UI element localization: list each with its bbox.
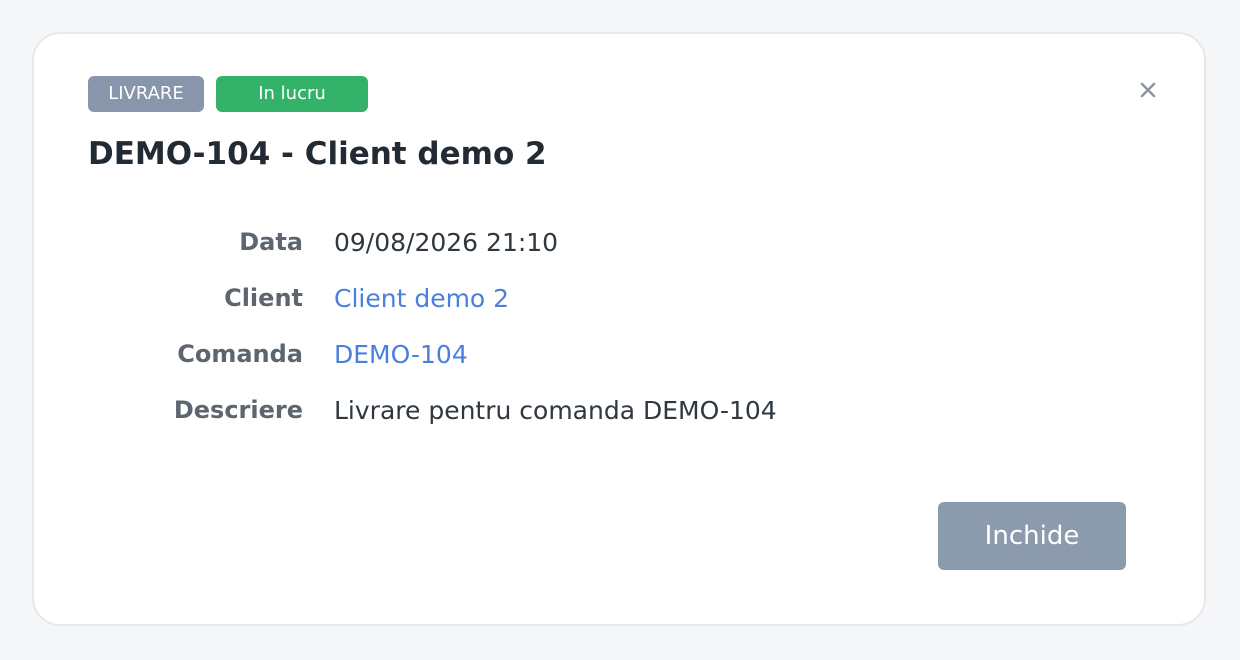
- client-link[interactable]: Client demo 2: [334, 284, 509, 313]
- date-value: 09/08/2026 21:10: [334, 227, 559, 257]
- badge-group: LIVRARE In lucru: [88, 76, 368, 112]
- order-link[interactable]: DEMO-104: [334, 340, 468, 369]
- modal-title: DEMO-104 - Client demo 2: [88, 136, 547, 172]
- event-details-modal: LIVRARE In lucru DEMO-104 - Client demo …: [32, 32, 1206, 626]
- close-icon[interactable]: [1134, 76, 1162, 104]
- type-badge: LIVRARE: [88, 76, 204, 112]
- client-row: Client Client demo 2: [88, 270, 1128, 326]
- client-label: Client: [224, 284, 303, 312]
- details-list: Data 09/08/2026 21:10 Client Client demo…: [88, 214, 1128, 438]
- date-label: Data: [239, 228, 303, 256]
- order-row: Comanda DEMO-104: [88, 326, 1128, 382]
- order-label: Comanda: [177, 340, 303, 368]
- status-badge: In lucru: [216, 76, 368, 112]
- close-button[interactable]: Inchide: [938, 502, 1126, 570]
- description-label: Descriere: [173, 396, 303, 424]
- description-row: Descriere Livrare pentru comanda DEMO-10…: [88, 382, 1128, 438]
- description-value: Livrare pentru comanda DEMO-104: [334, 395, 777, 425]
- date-row: Data 09/08/2026 21:10: [88, 214, 1128, 270]
